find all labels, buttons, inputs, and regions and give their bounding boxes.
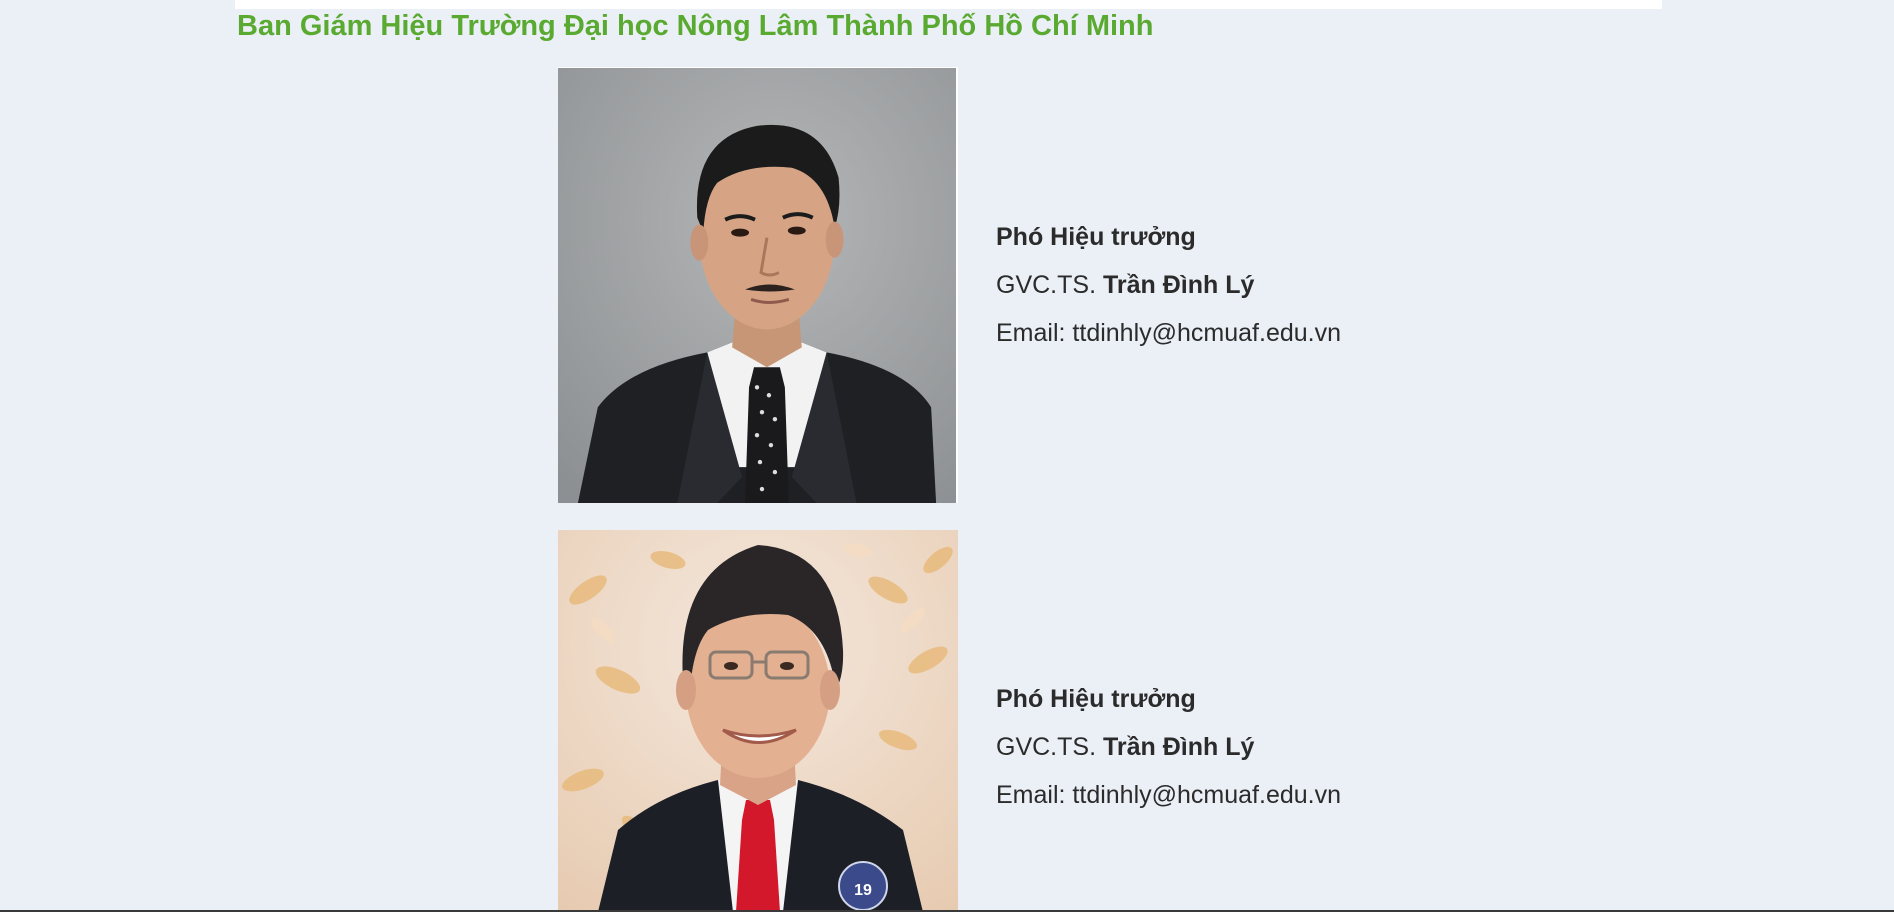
staff-name-line: GVC.TS. Trần Đình Lý — [996, 723, 1341, 771]
staff-email-line: Email: ttdinhly@hcmuaf.edu.vn — [996, 771, 1341, 819]
staff-photo-2: 19 — [558, 530, 958, 912]
staff-email: ttdinhly@hcmuaf.edu.vn — [1072, 781, 1342, 809]
staff-role: Phó Hiệu trưởng — [996, 223, 1196, 251]
portrait-man-gray-background-image — [558, 68, 956, 503]
portrait-man-floral-background-image: 19 — [558, 530, 958, 912]
staff-degree: GVC.TS. — [996, 271, 1097, 299]
staff-email: ttdinhly@hcmuaf.edu.vn — [1072, 319, 1342, 347]
page-title: Ban Giám Hiệu Trường Đại học Nông Lâm Th… — [237, 10, 1154, 42]
staff-email-line: Email: ttdinhly@hcmuaf.edu.vn — [996, 309, 1341, 357]
email-label: Email: — [996, 781, 1066, 809]
staff-info-1: Phó Hiệu trưởng GVC.TS. Trần Đình Lý Ema… — [996, 213, 1341, 357]
staff-info-2: Phó Hiệu trưởng GVC.TS. Trần Đình Lý Ema… — [996, 675, 1341, 819]
staff-name: Trần Đình Lý — [1102, 733, 1255, 761]
staff-name-line: GVC.TS. Trần Đình Lý — [996, 261, 1341, 309]
staff-degree: GVC.TS. — [996, 733, 1097, 761]
staff-name: Trần Đình Lý — [1102, 271, 1255, 299]
badge-number: 19 — [854, 882, 872, 899]
staff-role: Phó Hiệu trưởng — [996, 685, 1196, 713]
staff-photo-1 — [558, 67, 958, 503]
email-label: Email: — [996, 319, 1066, 347]
